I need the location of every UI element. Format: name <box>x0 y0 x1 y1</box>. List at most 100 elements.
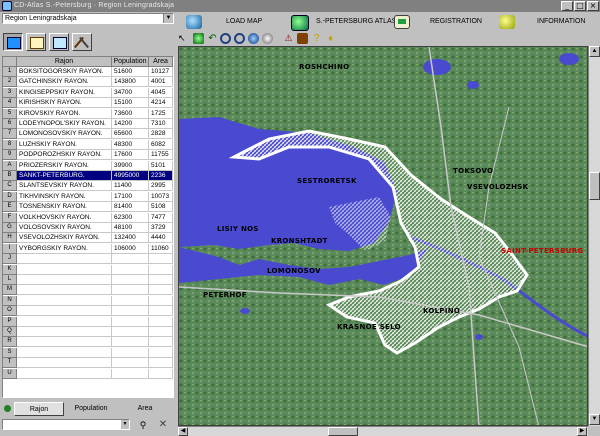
information-icon[interactable] <box>499 15 515 29</box>
row-letter[interactable]: N <box>3 295 17 306</box>
table-cell-name[interactable]: GATCHINSKIY RAYON. <box>17 77 112 88</box>
table-cell-population[interactable] <box>112 285 149 296</box>
table-cell-area[interactable]: 3729 <box>149 223 173 233</box>
table-cell-name[interactable] <box>17 264 112 275</box>
table-cell-population[interactable] <box>112 254 149 265</box>
table-cell-population[interactable]: 48300 <box>112 139 149 150</box>
table-cell-area[interactable]: 7477 <box>149 212 173 223</box>
row-letter[interactable]: K <box>3 264 17 275</box>
rajon-table[interactable]: Rajon Population Area 1 BOKSITOGORSKIY RA… <box>2 56 174 398</box>
zoom-out-icon[interactable] <box>234 33 245 44</box>
table-cell-population[interactable]: 62300 <box>112 212 149 223</box>
table-cell-name[interactable] <box>17 306 112 317</box>
table-cell-population[interactable]: 132400 <box>112 233 149 244</box>
table-cell-area[interactable]: 2995 <box>149 181 173 192</box>
layers-icon[interactable] <box>297 33 308 44</box>
table-cell-name[interactable]: VOLOSOVSKIY RAYON. <box>17 223 112 233</box>
table-cell-name[interactable] <box>17 254 112 265</box>
table-cell-population[interactable]: 4995000 <box>112 171 149 181</box>
table-cell-population[interactable]: 65600 <box>112 129 149 140</box>
table-cell-area[interactable]: 5108 <box>149 202 173 213</box>
notes-button[interactable] <box>26 33 46 51</box>
table-cell-name[interactable]: KIROVSKIY RAYON. <box>17 108 112 119</box>
row-letter[interactable]: E <box>3 202 17 213</box>
row-letter[interactable]: G <box>3 223 17 233</box>
table-cell-area[interactable] <box>149 316 173 327</box>
column-header-area[interactable]: Area <box>149 57 173 67</box>
row-letter[interactable]: R <box>3 337 17 348</box>
region-select[interactable]: Region Leningradskaja ▼ <box>2 13 174 24</box>
spb-atlas-button[interactable]: S.-PETERSBURG ATLAS <box>316 13 396 31</box>
table-cell-area[interactable]: 1725 <box>149 108 173 119</box>
load-map-button[interactable]: LOAD MAP <box>226 13 262 31</box>
table-cell-area[interactable] <box>149 368 173 379</box>
map-view[interactable]: SESTRORETSK KRONSHTADT SAINT-PETERSBURG … <box>178 46 588 426</box>
scroll-right-icon[interactable]: ▶ <box>577 427 587 436</box>
table-cell-name[interactable] <box>17 327 112 337</box>
table-cell-population[interactable]: 15100 <box>112 98 149 109</box>
table-cell-area[interactable] <box>149 337 173 348</box>
table-cell-area[interactable] <box>149 254 173 265</box>
table-cell-population[interactable]: 11400 <box>112 181 149 192</box>
table-cell-area[interactable]: 4045 <box>149 87 173 98</box>
scroll-left-icon[interactable]: ◀ <box>178 427 188 436</box>
table-cell-name[interactable]: PRIOZERSKIY RAYON. <box>17 160 112 171</box>
table-cell-area[interactable] <box>149 285 173 296</box>
table-cell-area[interactable] <box>149 295 173 306</box>
close-button[interactable]: × <box>587 1 599 11</box>
table-cell-name[interactable]: SLANTSEVSKIY RAYON. <box>17 181 112 192</box>
table-cell-population[interactable]: 39900 <box>112 160 149 171</box>
row-letter[interactable]: 1 <box>3 67 17 77</box>
table-cell-area[interactable] <box>149 264 173 275</box>
scroll-down-icon[interactable]: ▼ <box>589 414 600 425</box>
table-cell-name[interactable]: LOMONOSOVSKIY RAYON. <box>17 129 112 140</box>
table-cell-population[interactable]: 73600 <box>112 108 149 119</box>
globe-icon[interactable] <box>248 33 259 44</box>
table-cell-population[interactable]: 34700 <box>112 87 149 98</box>
table-cell-population[interactable] <box>112 368 149 379</box>
row-letter[interactable]: S <box>3 347 17 358</box>
row-letter[interactable]: F <box>3 212 17 223</box>
map-vertical-scrollbar[interactable]: ▲ ▼ <box>588 46 600 426</box>
table-cell-population[interactable] <box>112 337 149 348</box>
row-letter[interactable]: Q <box>3 327 17 337</box>
column-header-population[interactable]: Population <box>112 57 149 67</box>
table-view-button[interactable] <box>3 33 23 51</box>
table-cell-population[interactable] <box>112 327 149 337</box>
refresh-globe-icon[interactable] <box>193 33 204 44</box>
table-cell-name[interactable] <box>17 295 112 306</box>
chevron-down-icon[interactable]: ▼ <box>121 420 129 429</box>
table-cell-area[interactable]: 10127 <box>149 67 173 77</box>
table-cell-name[interactable] <box>17 316 112 327</box>
table-cell-name[interactable] <box>17 285 112 296</box>
table-cell-population[interactable] <box>112 264 149 275</box>
globe-arrow-icon[interactable] <box>186 15 202 29</box>
table-cell-area[interactable]: 11755 <box>149 150 173 161</box>
row-letter[interactable]: T <box>3 358 17 369</box>
tools-button[interactable] <box>72 33 92 51</box>
scroll-thumb[interactable] <box>589 172 600 200</box>
table-cell-name[interactable]: VYBORGSKIY RAYON. <box>17 243 112 254</box>
row-letter[interactable]: U <box>3 368 17 379</box>
row-letter[interactable]: 2 <box>3 77 17 88</box>
measure-icon[interactable]: ⚠ <box>283 33 294 44</box>
tab-population[interactable]: Population <box>66 402 116 416</box>
row-letter[interactable]: B <box>3 171 17 181</box>
table-cell-area[interactable]: 10073 <box>149 191 173 202</box>
marker-icon[interactable]: ♦ <box>325 33 336 44</box>
zoom-in-icon[interactable] <box>220 33 231 44</box>
table-cell-name[interactable]: BOKSITOGORSKIY RAYON. <box>17 67 112 77</box>
undo-icon[interactable]: ↶ <box>207 33 218 44</box>
scroll-thumb[interactable] <box>328 427 358 436</box>
row-letter[interactable]: L <box>3 275 17 285</box>
table-cell-name[interactable] <box>17 275 112 285</box>
row-letter[interactable]: 8 <box>3 139 17 150</box>
row-letter[interactable]: M <box>3 285 17 296</box>
table-cell-area[interactable] <box>149 347 173 358</box>
table-cell-population[interactable]: 106000 <box>112 243 149 254</box>
table-cell-name[interactable] <box>17 347 112 358</box>
information-button[interactable]: INFORMATION <box>537 13 585 31</box>
tab-area[interactable]: Area <box>120 402 170 416</box>
table-cell-area[interactable]: 6082 <box>149 139 173 150</box>
row-letter[interactable]: H <box>3 233 17 244</box>
